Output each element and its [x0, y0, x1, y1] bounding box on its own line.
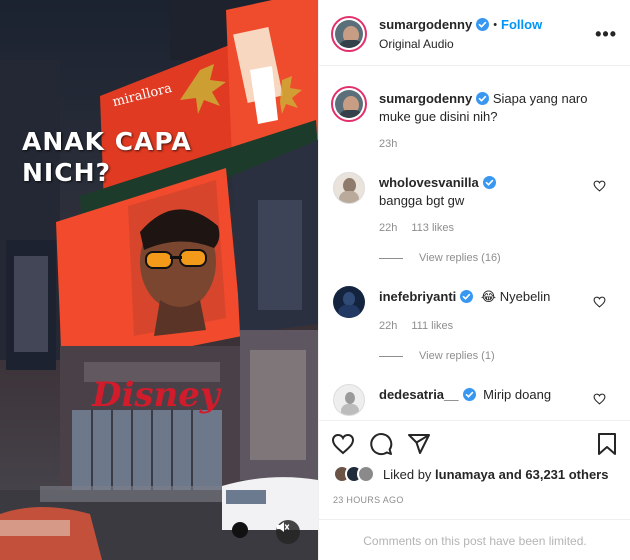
- verified-badge-icon: [476, 18, 490, 31]
- comment-text: 😂 Nyebelin: [480, 289, 551, 304]
- comment-meta: 22h 113 likes: [379, 222, 454, 234]
- comment-likes[interactable]: 113 likes: [411, 222, 454, 234]
- comment-item: wholovesvanilla bangga bgt gw: [379, 174, 589, 210]
- post-side-panel: sumargodenny • Follow Original Audio •••…: [318, 0, 630, 560]
- verified-badge-icon: [476, 92, 490, 105]
- comment-meta: 22h 111 likes: [379, 320, 453, 332]
- post-timestamp[interactable]: 23 HOURS AGO: [333, 495, 404, 505]
- liker-avatar[interactable]: [357, 465, 375, 483]
- replies-divider-line: [379, 355, 403, 357]
- separator-dot: •: [493, 18, 498, 31]
- comment-bubble-icon[interactable]: [369, 432, 393, 456]
- comment-time[interactable]: 22h: [379, 222, 397, 234]
- mute-button[interactable]: [276, 520, 300, 544]
- view-replies-button[interactable]: View replies (16): [379, 252, 501, 264]
- comment-item: dedesatria__ Mirip doang: [379, 386, 589, 404]
- store-sign-text: Disney: [92, 375, 220, 415]
- post-header: sumargodenny • Follow Original Audio •••: [319, 0, 630, 66]
- view-replies-label: View replies (16): [419, 252, 501, 264]
- more-options-button[interactable]: •••: [595, 24, 617, 45]
- video-overlay-caption: ANAK CAPA NICH?: [22, 127, 192, 187]
- comment-like-heart-icon[interactable]: [593, 296, 606, 308]
- heart-icon[interactable]: [331, 433, 355, 455]
- speaker-muted-icon: [277, 522, 290, 532]
- liked-by-user[interactable]: lunamaya: [435, 467, 495, 482]
- view-replies-button[interactable]: View replies (1): [379, 350, 495, 362]
- follow-button[interactable]: Follow: [501, 17, 542, 32]
- comment-username[interactable]: wholovesvanilla: [379, 175, 479, 190]
- comment-item: inefebriyanti 😂 Nyebelin: [379, 288, 589, 306]
- bookmark-icon[interactable]: [597, 432, 617, 456]
- author-avatar-photo: [335, 20, 363, 48]
- post-actions-section: Liked by lunamaya and 63,231 others 23 H…: [319, 420, 630, 560]
- comment-like-heart-icon[interactable]: [593, 180, 606, 192]
- comment-text: bangga bgt gw: [379, 193, 465, 208]
- author-line: sumargodenny • Follow: [379, 17, 542, 32]
- liked-by-others[interactable]: and 63,231 others: [495, 467, 609, 482]
- author-username[interactable]: sumargodenny: [379, 17, 472, 32]
- caption-username[interactable]: sumargodenny: [379, 91, 472, 106]
- comment-time[interactable]: 22h: [379, 320, 397, 332]
- post-media[interactable]: mirallora Disney ANAK CAPA NICH?: [0, 0, 318, 560]
- comment-likes[interactable]: 111 likes: [411, 320, 453, 332]
- commenter-avatar[interactable]: [333, 172, 365, 204]
- replies-divider-line: [379, 257, 403, 259]
- liked-by-prefix: Liked by: [383, 466, 436, 482]
- paper-plane-icon[interactable]: [407, 432, 431, 456]
- liked-by-row: Liked by lunamaya and 63,231 others: [333, 465, 608, 483]
- commenter-avatar[interactable]: [333, 384, 365, 416]
- comment-username[interactable]: dedesatria__: [379, 387, 459, 402]
- post-caption: sumargodenny Siapa yang naro muke gue di…: [379, 90, 599, 126]
- verified-badge-icon: [482, 176, 496, 189]
- author-avatar[interactable]: [331, 16, 367, 52]
- view-replies-label: View replies (1): [419, 350, 495, 362]
- comments-limited-notice: Comments on this post have been limited.: [319, 519, 630, 560]
- audio-label[interactable]: Original Audio: [379, 37, 454, 51]
- comment-username[interactable]: inefebriyanti: [379, 289, 456, 304]
- verified-badge-icon: [460, 290, 474, 303]
- verified-badge-icon: [462, 388, 476, 401]
- comment-text: Mirip doang: [483, 387, 552, 402]
- caption-time[interactable]: 23h: [379, 138, 397, 150]
- commenter-avatar[interactable]: [333, 286, 365, 318]
- caption-avatar-photo: [335, 90, 363, 118]
- caption-author-avatar[interactable]: [331, 86, 367, 122]
- comment-like-heart-icon[interactable]: [593, 393, 606, 405]
